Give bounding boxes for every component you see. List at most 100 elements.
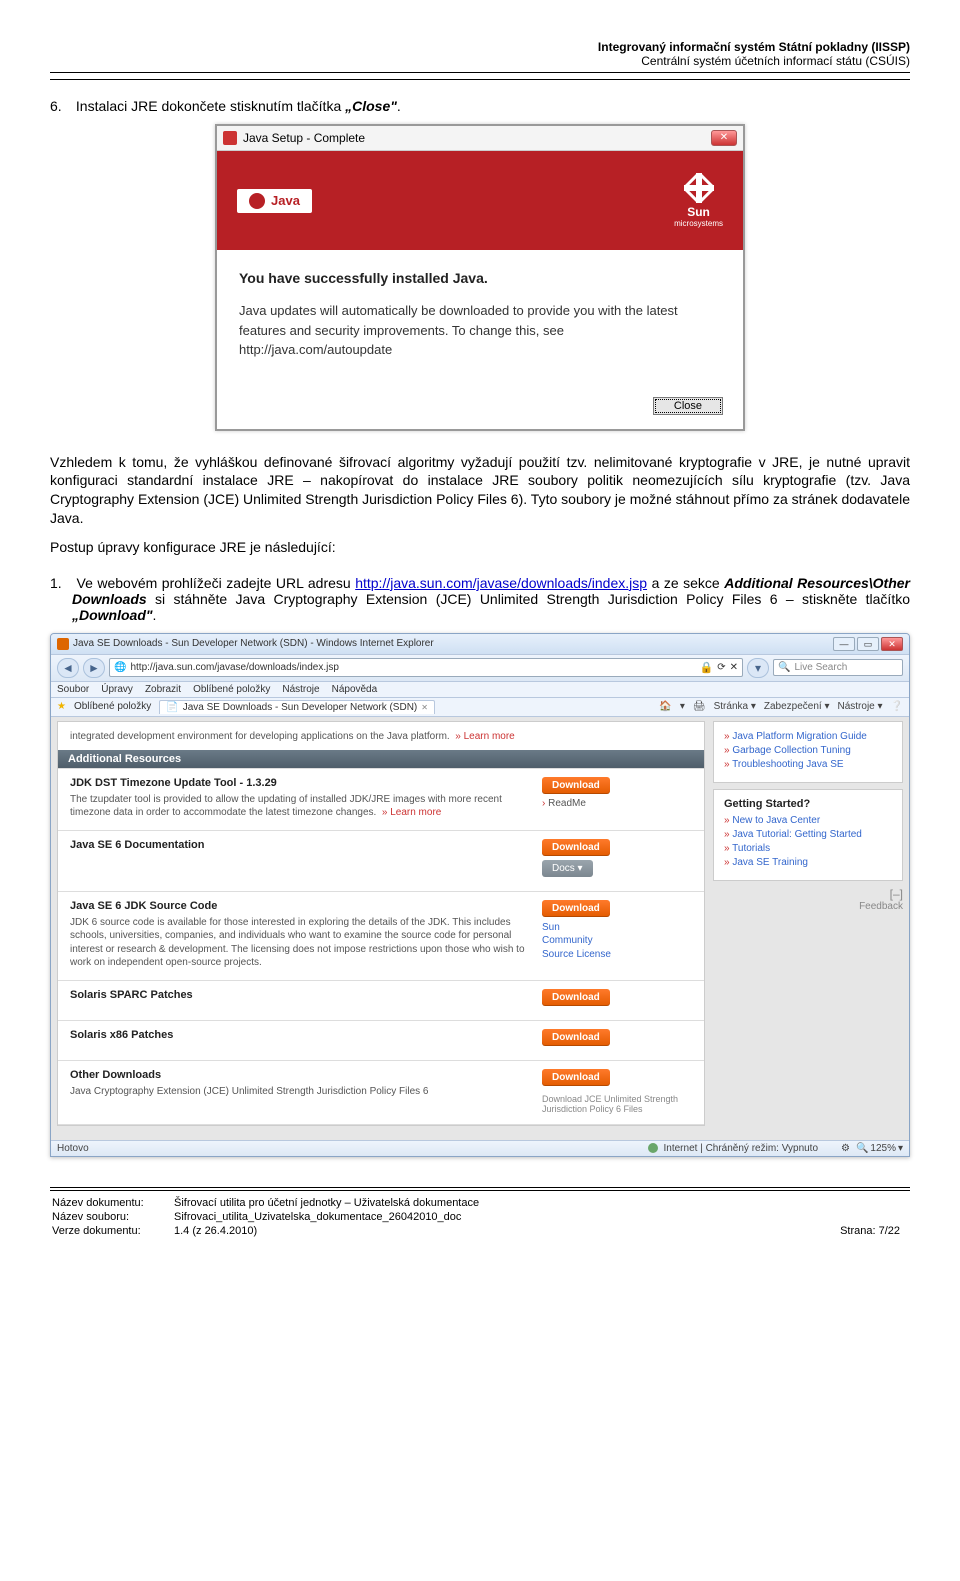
aside2-item-2[interactable]: Tutorials — [724, 842, 892, 856]
sidebar: Java Platform Migration Guide Garbage Co… — [713, 721, 903, 1126]
zoom-icon: 🔍 — [856, 1143, 868, 1154]
step-6-tail: . — [397, 98, 401, 114]
download-button-docs[interactable]: Download — [542, 839, 610, 856]
zoom-control[interactable]: 🔍 125% ▾ — [856, 1143, 903, 1154]
download-button-tz[interactable]: Download — [542, 777, 610, 794]
pkg-other-title: Other Downloads — [70, 1069, 530, 1081]
status-left: Hotovo — [57, 1143, 89, 1154]
print-icon[interactable]: 🖨 — [693, 701, 706, 712]
sun-logo: Sun microsystems — [674, 173, 723, 228]
sun-text: Sun — [687, 205, 710, 219]
aside2-item-0[interactable]: New to Java Center — [724, 814, 892, 828]
help-icon[interactable]: ❔ — [891, 701, 903, 712]
aside1-item-1[interactable]: Garbage Collection Tuning — [724, 744, 892, 758]
feedback-widget[interactable]: [–] Feedback — [713, 887, 903, 912]
menu-file[interactable]: Soubor — [57, 684, 89, 695]
menu-favorites[interactable]: Oblíbené položky — [193, 684, 270, 695]
step-6-prefix: Instalaci JRE dokončete stisknutím tlačí… — [76, 98, 345, 114]
footer-v3: 1.4 (z 26.4.2010) — [174, 1225, 775, 1237]
browser-tab[interactable]: 📄 Java SE Downloads - Sun Developer Netw… — [159, 700, 435, 714]
pkg-source: Java SE 6 JDK Source Code JDK 6 source c… — [58, 891, 704, 980]
download-button-x86[interactable]: Download — [542, 1029, 610, 1046]
tab-icon: 📄 — [166, 702, 178, 713]
dialog-button-row: Close — [217, 390, 743, 429]
aside2-item-1[interactable]: Java Tutorial: Getting Started — [724, 828, 892, 842]
ie-titlebar: Java SE Downloads - Sun Developer Networ… — [51, 634, 909, 655]
step-1-d: si stáhněte Java Cryptography Extension … — [155, 591, 910, 607]
search-box[interactable]: 🔍 Live Search — [773, 659, 903, 676]
pkg-tz-desc: The tzupdater tool is provided to allow … — [70, 793, 530, 820]
ie-statusbar: Hotovo Internet | Chráněný režim: Vypnut… — [51, 1140, 909, 1156]
footer-v1: Šifrovací utilita pro účetní jednotky – … — [174, 1197, 775, 1209]
footer-l1: Název dokumentu: — [52, 1197, 172, 1209]
menu-view[interactable]: Zobrazit — [145, 684, 181, 695]
menu-help[interactable]: Nápověda — [332, 684, 378, 695]
download-button-jce[interactable]: Download — [542, 1069, 610, 1086]
footer-v2: Sifrovaci_utilita_Uzivatelska_dokumentac… — [174, 1211, 775, 1223]
pkg-tz-learnmore[interactable]: » Learn more — [382, 807, 441, 818]
footer-l2: Název souboru: — [52, 1211, 172, 1223]
protected-mode-icon[interactable]: ⚙ — [841, 1143, 850, 1154]
learn-more-link[interactable]: » Learn more — [455, 731, 514, 742]
tool-tools[interactable]: Nástroje ▾ — [838, 701, 883, 712]
forward-button[interactable]: ► — [83, 658, 105, 678]
favorites-label[interactable]: Oblíbené položky — [74, 701, 151, 712]
footer-l3: Verze dokumentu: — [52, 1225, 172, 1237]
aside1-item-2[interactable]: Troubleshooting Java SE — [724, 758, 892, 772]
src-link-sun[interactable]: Sun — [542, 921, 692, 935]
step-1-num: 1. — [50, 575, 72, 591]
tab-title: Java SE Downloads - Sun Developer Networ… — [183, 702, 418, 713]
download-button-src[interactable]: Download — [542, 900, 610, 917]
dialog-para: Java updates will automatically be downl… — [239, 301, 721, 360]
back-button[interactable]: ◄ — [57, 658, 79, 678]
aside2-item-3[interactable]: Java SE Training — [724, 856, 892, 870]
ie-page-icon — [57, 638, 69, 650]
downloads-link[interactable]: http://java.sun.com/javase/downloads/ind… — [355, 575, 647, 591]
docs-dropdown[interactable]: Docs ▾ — [542, 860, 593, 877]
pkg-other-desc: Java Cryptography Extension (JCE) Unlimi… — [70, 1085, 530, 1099]
tool-security[interactable]: Zabezpečení ▾ — [764, 701, 830, 712]
window-close-icon[interactable]: ✕ — [881, 637, 903, 651]
close-button[interactable]: Close — [653, 397, 723, 415]
intro-body: integrated development environment for d… — [70, 731, 450, 742]
stop-icon[interactable]: ✕ — [730, 662, 738, 673]
page-content: integrated development environment for d… — [51, 717, 909, 1140]
download-button-sparc[interactable]: Download — [542, 989, 610, 1006]
minimize-icon[interactable]: — — [833, 637, 855, 651]
menu-edit[interactable]: Úpravy — [101, 684, 133, 695]
address-url: http://java.sun.com/javase/downloads/ind… — [130, 662, 338, 673]
menu-tools[interactable]: Nástroje — [282, 684, 319, 695]
feedback-icon: [–] — [713, 887, 903, 901]
tab-close-icon[interactable]: ✕ — [421, 703, 428, 712]
header-rule-2 — [50, 79, 910, 80]
dialog-title: Java Setup - Complete — [243, 131, 365, 145]
footer-page: Strana: 7/22 — [777, 1225, 908, 1237]
favorites-star-icon[interactable]: ★ — [57, 701, 66, 712]
aside2-title: Getting Started? — [724, 798, 892, 810]
readme-link[interactable]: ReadMe — [542, 798, 586, 809]
pkg-src-title: Java SE 6 JDK Source Code — [70, 900, 530, 912]
chevron-down-icon: ▾ — [898, 1143, 903, 1154]
src-link-license[interactable]: Source License — [542, 948, 692, 962]
refresh-icon[interactable]: ⟳ — [717, 662, 725, 673]
sun-sub: microsystems — [674, 219, 723, 228]
pkg-other: Other Downloads Java Cryptography Extens… — [58, 1060, 704, 1125]
dropdown-icon[interactable]: ▾ — [747, 658, 769, 678]
src-link-community[interactable]: Community — [542, 934, 692, 948]
home-icon[interactable]: 🏠 — [659, 701, 671, 712]
feed-icon[interactable]: ▾ — [680, 701, 685, 712]
aside1-item-0[interactable]: Java Platform Migration Guide — [724, 730, 892, 744]
pkg-sparc-title: Solaris SPARC Patches — [70, 989, 530, 1001]
step-1: 1. Ve webovém prohlížeči zadejte URL adr… — [72, 575, 910, 623]
address-bar[interactable]: 🌐 http://java.sun.com/javase/downloads/i… — [109, 658, 743, 677]
doc-footer: Název dokumentu: Šifrovací utilita pro ú… — [50, 1187, 910, 1239]
ie-menubar: Soubor Úpravy Zobrazit Oblíbené položky … — [51, 682, 909, 698]
dialog-banner: Java Sun microsystems — [217, 151, 743, 250]
maximize-icon[interactable]: ▭ — [857, 637, 879, 651]
java-setup-dialog: Java Setup - Complete ✕ Java Sun microsy… — [215, 124, 745, 431]
pkg-other-sub: Download JCE Unlimited Strength Jurisdic… — [542, 1094, 692, 1114]
pkg-tz-title: JDK DST Timezone Update Tool - 1.3.29 — [70, 777, 530, 789]
pkg-src-desc: JDK 6 source code is available for those… — [70, 916, 530, 970]
tool-page[interactable]: Stránka ▾ — [714, 701, 756, 712]
close-icon[interactable]: ✕ — [711, 130, 737, 146]
